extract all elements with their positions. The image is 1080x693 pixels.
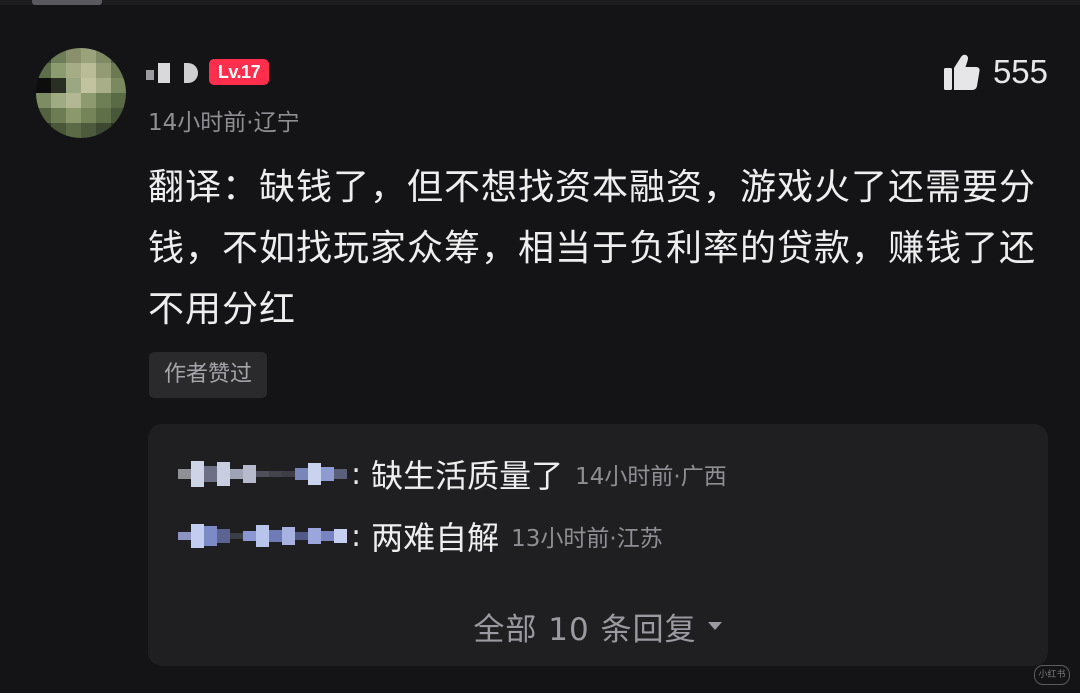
top-tab-indicator [32,0,102,5]
reply-item[interactable]: : 两难自解 13小时前·江苏 [178,514,663,558]
comment-location: 辽宁 [253,110,300,136]
view-all-replies-label: 全部 10 条回复 [473,611,697,648]
reply-text: 缺生活质量了 [371,457,564,495]
thumbs-up-icon [943,54,980,90]
reply-meta: 14小时前·广西 [575,464,727,490]
caret-down-icon [707,622,722,630]
reply-meta: 13小时前·江苏 [511,526,663,552]
reply-username-mosaic [178,521,347,551]
replies-panel: : 缺生活质量了 14小时前·广西 : 两难自解 13小时前·江苏 全部 10 … [148,424,1048,666]
reply-location: 江苏 [616,526,663,552]
reply-text: 两难自解 [371,519,500,557]
comment-body[interactable]: 翻译：缺钱了，但不想找资本融资，游戏火了还需要分钱，不如找玩家众筹，相当于负利率… [148,157,1048,340]
level-badge: Lv.17 [209,59,269,85]
reply-item[interactable]: : 缺生活质量了 14小时前·广西 [178,452,727,496]
like-button[interactable]: 555 [943,52,1048,92]
comment-screen: Lv.17 14小时前·辽宁 555 翻译：缺钱了，但不想找资本融资，游戏火了还… [0,0,1080,693]
top-divider [0,0,1080,5]
avatar[interactable] [36,48,126,138]
username[interactable] [146,60,198,86]
reply-location: 广西 [680,464,727,490]
comment-meta: 14小时前·辽宁 [148,110,300,136]
watermark-logo: 小红书 [1034,665,1070,685]
comment-timestamp: 14小时前 [148,110,247,136]
like-count: 555 [992,53,1048,90]
reply-username-mosaic [178,459,347,489]
view-all-replies-button[interactable]: 全部 10 条回复 [148,604,1048,648]
reply-timestamp: 14小时前 [575,464,674,490]
reply-timestamp: 13小时前 [511,526,610,552]
author-liked-tag: 作者赞过 [149,352,268,398]
